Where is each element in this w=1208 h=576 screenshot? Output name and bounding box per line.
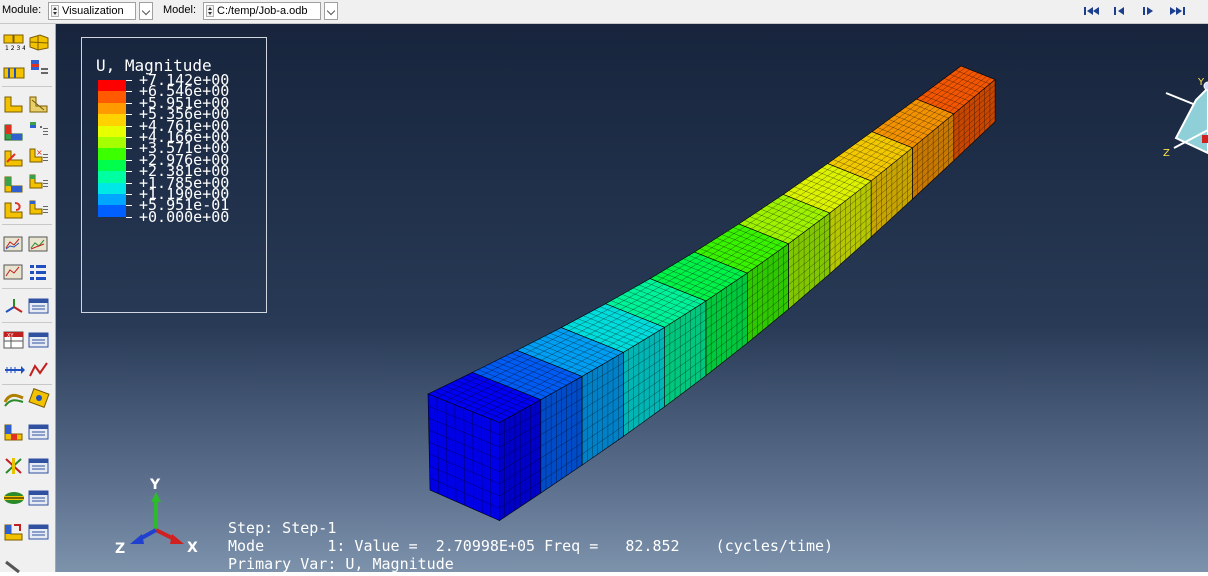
legend-swatch: [98, 194, 126, 206]
plot-material-orientations-icon[interactable]: [3, 94, 25, 114]
legend-swatch: [98, 91, 126, 103]
legend-tick: [126, 114, 132, 115]
free-body-manager-icon[interactable]: [28, 422, 50, 442]
legend-swatch: [98, 114, 126, 126]
stream-plot-icon[interactable]: [3, 390, 25, 410]
xy-data-manager-icon[interactable]: [28, 172, 50, 192]
legend-value: +0.000e+00: [139, 210, 229, 225]
report-icon[interactable]: [3, 234, 25, 254]
legend-tick: [126, 160, 132, 161]
plot-symbols-icon[interactable]: [28, 58, 50, 78]
next-frame-icon[interactable]: [1142, 5, 1156, 17]
legend-swatch: [98, 171, 126, 183]
module-select-value: Visualization: [62, 3, 124, 19]
section-view-icon[interactable]: [3, 488, 25, 508]
legend-tick: [126, 171, 132, 172]
mode-info: Mode 1: Value = 2.70998E+05 Freq = 82.85…: [228, 538, 833, 554]
probe-values-icon[interactable]: [3, 456, 25, 476]
animation-options-icon[interactable]: ×: [28, 146, 50, 166]
path-arrow-icon[interactable]: [3, 360, 25, 380]
create-xy-data-icon[interactable]: [3, 174, 25, 194]
plot-xy-icon[interactable]: [28, 198, 50, 218]
common-options-icon[interactable]: [28, 94, 50, 114]
plot-undeformed-shape-icon[interactable]: 1 2 3 4: [3, 32, 25, 52]
query-options-icon[interactable]: [28, 522, 50, 542]
legend-tick: [126, 80, 132, 81]
triad-y-label: Y: [149, 477, 161, 493]
toolbox: 1 2 3 4 ×: [0, 24, 56, 572]
triad-x-axis: [156, 530, 184, 544]
module-select[interactable]: Visualization: [48, 2, 136, 20]
view-cut-icon[interactable]: [3, 262, 25, 282]
legend-swatch: [98, 126, 126, 138]
module-spinner-icon[interactable]: [51, 5, 59, 17]
triad-z-axis: [130, 530, 156, 544]
animate-scale-factor-icon[interactable]: [3, 122, 25, 142]
triad-x-label: X: [187, 540, 198, 556]
animate-harmonic-icon[interactable]: [28, 120, 50, 140]
probe-options-icon[interactable]: [28, 456, 50, 476]
triad-z-label: Z: [115, 541, 125, 556]
legend-tick: [126, 183, 132, 184]
legend-tick: [126, 91, 132, 92]
viewport[interactable]: U, Magnitude +7.142e+00+6.546e+00+5.951e…: [56, 24, 1208, 572]
module-dropdown-arrow-icon[interactable]: [139, 2, 153, 20]
legend-tick: [126, 103, 132, 104]
legend-tick: [126, 194, 132, 195]
legend-swatch: [98, 205, 126, 217]
query-icon[interactable]: [28, 262, 50, 282]
view-triad-z-label: Z: [1163, 148, 1170, 158]
tool-query-icon[interactable]: [3, 522, 25, 542]
coordinate-triad: Y X Z: [114, 476, 204, 556]
plot-contours-icon[interactable]: [3, 62, 25, 82]
legend-tick: [126, 205, 132, 206]
display-group-icon[interactable]: [3, 296, 25, 316]
overlay-plot-icon[interactable]: [28, 296, 50, 316]
legend-swatch: [98, 148, 126, 160]
legend-tick: [126, 126, 132, 127]
xy-table-icon[interactable]: XY: [3, 330, 25, 350]
table-options-icon[interactable]: [28, 330, 50, 350]
xy-plot-line-icon[interactable]: [28, 360, 50, 380]
legend-tick: [126, 217, 132, 218]
field-output-icon[interactable]: [28, 234, 50, 254]
triad-y-axis: [151, 492, 161, 530]
context-bar: Module: Visualization Model: C:/temp/Job…: [0, 0, 1208, 24]
legend-swatch: [98, 137, 126, 149]
free-body-cut-icon[interactable]: [3, 422, 25, 442]
legend-swatch: [98, 103, 126, 115]
model-spinner-icon[interactable]: [206, 5, 214, 17]
svg-text:1 2 3 4: 1 2 3 4: [5, 45, 25, 52]
legend-tick: [126, 137, 132, 138]
legend-swatch: [98, 183, 126, 195]
svg-text:×: ×: [36, 148, 43, 157]
model-select-value: C:/temp/Job-a.odb: [217, 3, 308, 19]
animate-time-history-icon[interactable]: [3, 148, 25, 168]
first-frame-icon[interactable]: [1083, 5, 1101, 17]
model-dropdown-arrow-icon[interactable]: [324, 2, 338, 20]
module-label: Module:: [2, 4, 41, 16]
legend-tick: [126, 148, 132, 149]
previous-frame-icon[interactable]: [1113, 5, 1127, 17]
step-info: Step: Step-1: [228, 520, 336, 536]
sketch-icon[interactable]: [3, 556, 25, 576]
last-frame-icon[interactable]: [1168, 5, 1186, 17]
model-label: Model:: [163, 4, 196, 16]
legend-swatch: [98, 80, 126, 92]
view-manipulation-triad[interactable]: Y Z: [1156, 48, 1208, 158]
legend-swatch: [98, 160, 126, 172]
plot-deformed-shape-icon[interactable]: [28, 32, 50, 52]
model-select[interactable]: C:/temp/Job-a.odb: [203, 2, 321, 20]
create-path-icon[interactable]: [3, 200, 25, 220]
contour-legend: U, Magnitude +7.142e+00+6.546e+00+5.951e…: [81, 37, 267, 313]
primary-var-info: Primary Var: U, Magnitude: [228, 556, 454, 572]
section-options-icon[interactable]: [28, 488, 50, 508]
particle-tracking-icon[interactable]: [28, 388, 50, 408]
view-triad-y-label: Y: [1197, 77, 1205, 88]
